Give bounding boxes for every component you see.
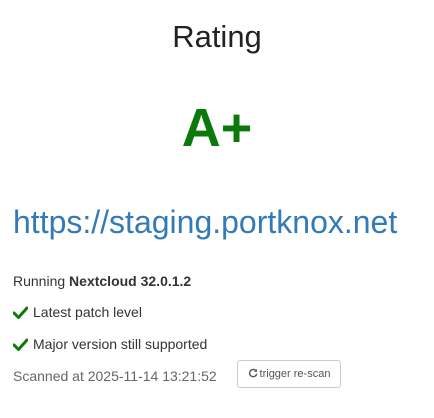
check-icon <box>13 338 28 351</box>
check-label: Major version still supported <box>33 336 208 352</box>
running-version-text: Running Nextcloud 32.0.1.2 <box>13 271 191 291</box>
site-url-link[interactable]: https://staging.portknox.net <box>13 200 397 244</box>
check-major-supported: Major version still supported <box>13 334 207 354</box>
refresh-icon <box>248 368 257 378</box>
rating-grade: A+ <box>181 98 253 158</box>
check-icon <box>13 306 28 319</box>
rescan-label: trigger re-scan <box>259 368 331 380</box>
check-label: Latest patch level <box>33 304 142 320</box>
running-prefix: Running <box>13 273 66 289</box>
rating-heading: Rating <box>172 19 262 54</box>
trigger-rescan-button[interactable]: trigger re-scan <box>237 360 341 388</box>
scanned-at-text: Scanned at 2025-11-14 13:21:52 <box>13 368 217 384</box>
product-version: Nextcloud 32.0.1.2 <box>69 273 192 289</box>
check-latest-patch: Latest patch level <box>13 302 142 322</box>
